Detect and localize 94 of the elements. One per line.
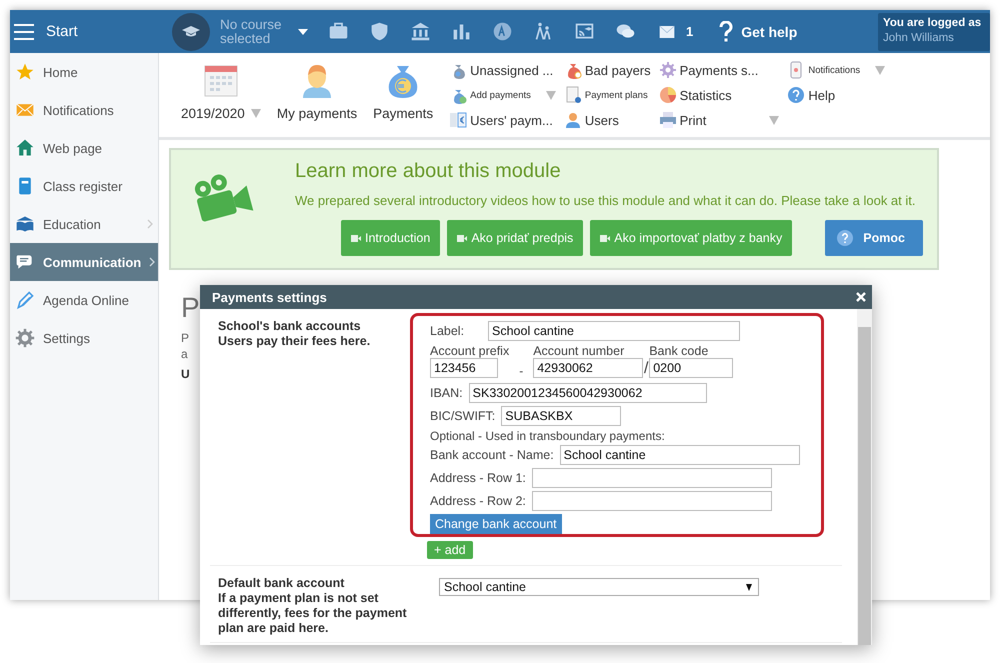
sidebar-item[interactable]: Web page [10, 129, 158, 167]
toolbar-item[interactable]: Users' paym... [449, 110, 556, 130]
field-label: IBAN: [430, 386, 463, 400]
section-note: If a payment plan is not set differently, fees for the payment plan are paid here. [218, 591, 408, 636]
text-field[interactable] [532, 491, 772, 511]
sidebar-label: Home [43, 64, 78, 80]
help-icon [787, 86, 806, 104]
person-icon [564, 111, 582, 129]
text-field[interactable]: SUBASKBX [501, 406, 622, 426]
video-camera-icon [600, 234, 610, 242]
section-note: Users pay their fees here. [218, 334, 372, 349]
page-text: P [181, 330, 190, 346]
sidebar-item[interactable]: Notifications [10, 91, 158, 129]
field-label: Account number [533, 344, 626, 358]
mail-count: 1 [686, 24, 694, 39]
toolbar-item[interactable]: Payments s... [658, 60, 780, 80]
field-label: Address - Row 2: [430, 494, 526, 508]
toolbar-button[interactable]: Payments [365, 53, 442, 137]
slash-separator: / [643, 360, 650, 378]
sidebar-label: Agenda Online [43, 292, 130, 308]
dash-separator: - [518, 364, 524, 378]
page-text: a [181, 346, 188, 362]
field-label: Address - Row 1: [430, 471, 526, 485]
toolbar-item[interactable]: Bad payers [564, 60, 651, 80]
scrollbar[interactable] [857, 309, 872, 645]
course-avatar[interactable] [172, 12, 210, 50]
page-text: U [181, 366, 190, 382]
video-camera-icon [351, 234, 361, 242]
text-field[interactable]: School cantine [488, 321, 740, 341]
ledger-icon [449, 111, 468, 129]
text-field[interactable]: SK3302001234560042930062 [468, 383, 707, 403]
toolbar-button[interactable]: My payments [268, 53, 366, 137]
gear-icon [658, 61, 677, 79]
sidebar-label: Class register [43, 178, 122, 194]
info-title: Learn more about this module [295, 160, 562, 183]
change-bank-account-button[interactable]: Change bank account [430, 514, 562, 534]
close-icon[interactable] [856, 292, 866, 302]
field-label: BIC/SWIFT: [430, 409, 496, 423]
start-label[interactable]: Start [46, 23, 78, 40]
sidebar-label: Settings [43, 330, 90, 346]
dialog-title: Payments settings [212, 290, 327, 304]
toolbar-item[interactable]: Payment plans [564, 85, 651, 105]
help-icon [837, 230, 854, 246]
text-field[interactable]: School cantine [560, 445, 800, 465]
house-icon [15, 138, 35, 158]
sidebar-label: Notifications [43, 102, 114, 118]
sidebar-item[interactable]: Home [10, 53, 158, 91]
sidebar-item[interactable]: Class register [10, 167, 158, 205]
shield-icon[interactable] [369, 21, 390, 42]
bank-icon[interactable] [410, 21, 431, 42]
section-label: School's bank accounts [218, 319, 362, 334]
text-field[interactable] [532, 468, 772, 488]
sidebar-item[interactable]: Education [10, 205, 158, 243]
text-field[interactable]: 0200 [649, 358, 734, 378]
field-label: Label: [430, 324, 466, 338]
sidebar-label: Communication [43, 254, 142, 270]
pie-chart-icon [658, 86, 677, 104]
field-label: Account prefix [430, 344, 510, 358]
section-label: Default bank account [218, 576, 346, 591]
star-icon [15, 62, 35, 82]
grade-icon[interactable] [492, 21, 513, 42]
document-icon [564, 86, 582, 104]
text-field[interactable]: 123456 [430, 358, 498, 378]
help-button[interactable]: Get help [719, 20, 798, 42]
sidebar-label: Education [43, 216, 101, 232]
user-name: John Williams [883, 30, 955, 46]
toolbar-item[interactable]: Notifications [787, 60, 886, 80]
book-icon [15, 214, 35, 234]
toolbar-item[interactable]: Help [787, 85, 886, 105]
printer-icon [658, 111, 677, 129]
sidebar-item[interactable]: Settings [10, 319, 158, 357]
pen-icon [15, 290, 35, 310]
sidebar-item[interactable]: Agenda Online [10, 281, 158, 319]
sidebar-label: Web page [43, 140, 102, 156]
sidebar-item[interactable]: Communication [10, 243, 158, 281]
gear-icon [15, 328, 35, 348]
menu-icon[interactable] [14, 24, 34, 40]
help-button[interactable]: Pomoc [825, 220, 923, 256]
toolbar-item[interactable]: Users [564, 110, 651, 130]
toolbar-item[interactable]: Unassigned ... [449, 60, 556, 80]
toolbar-item[interactable]: Add payments [449, 85, 556, 105]
page-heading: P [181, 292, 200, 324]
toolbar-button[interactable]: 2019/2020 [173, 53, 269, 137]
video-camera-icon [457, 234, 468, 242]
bank-account-select[interactable]: School cantine [439, 578, 759, 596]
toolbar-item[interactable]: Statistics [658, 85, 780, 105]
toolbar-item[interactable]: Print [658, 110, 780, 130]
field-label: Bank account - Name: [430, 448, 554, 462]
question-icon [719, 20, 734, 42]
optional-note: Optional - Used in transboundary payments: [430, 429, 666, 443]
text-field[interactable]: 42930062 [533, 358, 644, 378]
info-text: We prepared several introductory videos how to use this module and what it can do. Please take a look at it. [295, 193, 916, 208]
login-label: You are logged as [883, 16, 982, 30]
field-label: Bank code [649, 344, 710, 358]
